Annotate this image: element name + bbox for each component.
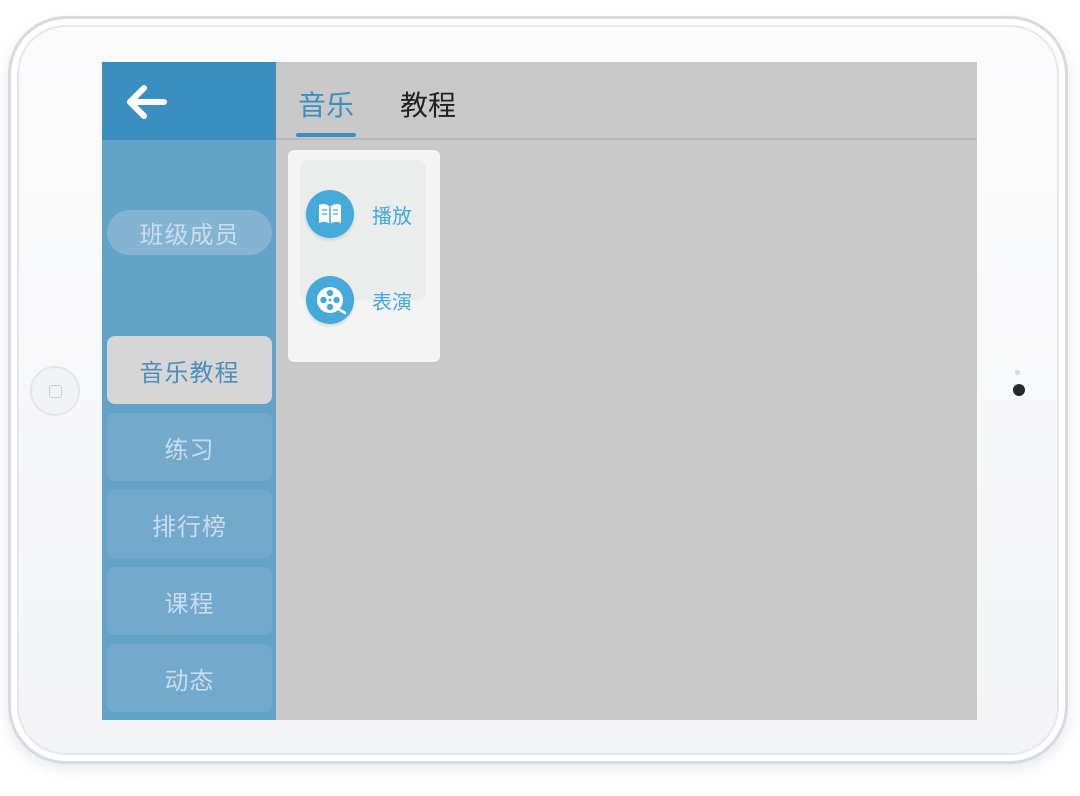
sidebar-item-leaderboard[interactable]: 排行榜 xyxy=(107,490,272,558)
tab-music[interactable]: 音乐 xyxy=(298,84,354,124)
play-label: 播放 xyxy=(372,203,412,228)
book-icon xyxy=(306,190,354,238)
app-screen: 班级成员 音乐教程 练习 排行榜 课程 动态 音乐 教程 播放 表演 xyxy=(102,62,977,720)
sidebar-item-practice[interactable]: 练习 xyxy=(107,413,272,481)
active-tab-indicator xyxy=(296,133,356,137)
home-button[interactable] xyxy=(30,366,80,416)
home-square-icon xyxy=(49,385,62,398)
sidebar-item-feed[interactable]: 动态 xyxy=(107,644,272,712)
sidebar-item-courses[interactable]: 课程 xyxy=(107,567,272,635)
sidebar-header xyxy=(102,62,276,140)
perform-action[interactable]: 表演 xyxy=(306,274,430,326)
tab-tutorial[interactable]: 教程 xyxy=(400,84,456,124)
film-reel-icon xyxy=(306,276,354,324)
tab-bar: 音乐 教程 xyxy=(276,62,977,140)
class-members-button[interactable]: 班级成员 xyxy=(107,210,272,255)
play-action[interactable]: 播放 xyxy=(306,188,430,240)
camera-icon xyxy=(1013,384,1025,396)
action-popup: 播放 表演 xyxy=(288,150,440,362)
back-arrow-icon[interactable] xyxy=(124,82,168,122)
sensor-dot xyxy=(1015,370,1020,375)
sidebar: 班级成员 音乐教程 练习 排行榜 课程 动态 xyxy=(102,62,276,720)
perform-label: 表演 xyxy=(372,289,412,314)
sidebar-item-music-tutorial[interactable]: 音乐教程 xyxy=(107,336,272,404)
